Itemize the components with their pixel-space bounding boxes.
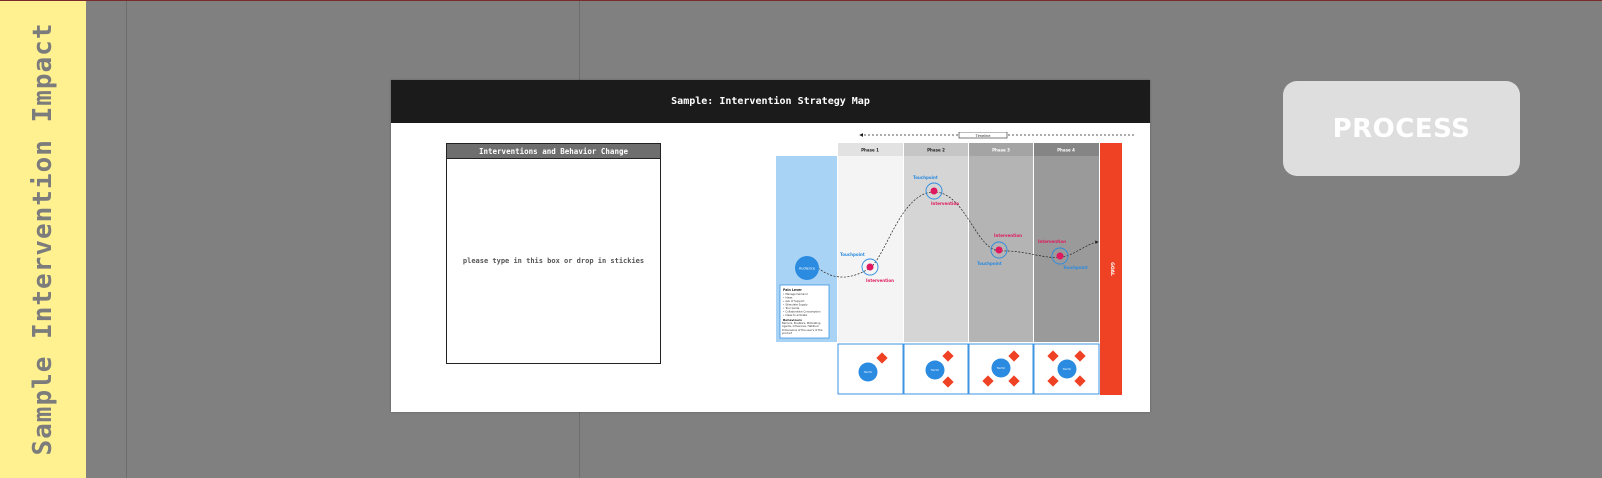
grid-line xyxy=(126,1,127,478)
intervention-dot-1 xyxy=(866,263,874,271)
process-card[interactable]: PROCESS xyxy=(1283,81,1520,176)
notes-behaviours-text: Barriers, Enablers, Motivating Agents, I… xyxy=(782,322,823,335)
canvas: Sample Intervention Impact Sample: Inter… xyxy=(0,0,1602,478)
phase-label-2: Phase 2 xyxy=(927,148,945,153)
interventions-box-header: Interventions and Behavior Change xyxy=(447,144,660,159)
notes-line: • Stimulate Supply xyxy=(783,303,808,307)
phase-column-4 xyxy=(1034,156,1099,342)
interventions-box-placeholder: please type in this box or drop in stick… xyxy=(462,257,645,265)
notes-title: Pain Lever xyxy=(783,288,802,292)
notes-line: • Ideas xyxy=(783,296,793,300)
phase-label-3: Phase 3 xyxy=(992,148,1010,153)
journey-map[interactable]: Timeline Phase 1 Phase 2 Phase 3 Phase 4… xyxy=(776,132,1136,398)
phase-column-1 xyxy=(838,156,903,342)
intervention-dot-2 xyxy=(930,187,938,195)
strategy-map-board[interactable]: Sample: Intervention Strategy Map Interv… xyxy=(391,80,1150,412)
touchpoint-label-3: Touchpoint xyxy=(977,261,1002,266)
tactic-label-2: Tactic xyxy=(930,368,940,372)
audience-label: Audience xyxy=(799,267,815,271)
timeline-label: Timeline xyxy=(975,134,991,138)
intervention-dot-4 xyxy=(1056,252,1064,260)
process-card-label: PROCESS xyxy=(1332,113,1471,144)
tactic-label-4: Tactic xyxy=(1062,367,1072,371)
tactic-label-1: Tactic xyxy=(863,370,873,374)
section-title-banner[interactable]: Sample Intervention Impact xyxy=(0,1,86,478)
intervention-label-4: Intervention xyxy=(1038,239,1066,244)
phase-label-1: Phase 1 xyxy=(861,148,879,153)
tactic-label-3: Tactic xyxy=(996,366,1006,370)
section-title: Sample Intervention Impact xyxy=(28,22,58,456)
interventions-box[interactable]: Interventions and Behavior Change please… xyxy=(446,143,661,364)
notes-line: • Ideas to activate xyxy=(783,313,807,317)
intervention-label-1: Intervention xyxy=(866,278,894,283)
intervention-label-2: Intervention xyxy=(931,201,959,206)
notes-behaviours-wrap: Barriers, Enablers, Motivating Agents, I… xyxy=(782,322,823,335)
goal-label: GOAL xyxy=(1109,262,1115,276)
touchpoint-label-2: Touchpoint xyxy=(913,175,938,180)
interventions-box-input[interactable]: please type in this box or drop in stick… xyxy=(447,159,660,363)
intervention-dot-3 xyxy=(995,246,1003,254)
notes-line: • Tour Guide xyxy=(783,306,800,310)
notes-line: • Ask of Support xyxy=(783,299,804,303)
notes-line: • Collaborative Consumption xyxy=(783,310,821,314)
touchpoint-label-4: Touchpoint xyxy=(1063,265,1088,270)
notes-line: • Manage Demand xyxy=(783,292,808,296)
intervention-label-3: Intervention xyxy=(994,233,1022,238)
phase-label-4: Phase 4 xyxy=(1057,148,1075,153)
board-title-bar: Sample: Intervention Strategy Map xyxy=(391,80,1150,123)
board-title: Sample: Intervention Strategy Map xyxy=(671,96,870,107)
touchpoint-label-1: Touchpoint xyxy=(840,252,865,257)
phase-column-2 xyxy=(904,156,968,342)
